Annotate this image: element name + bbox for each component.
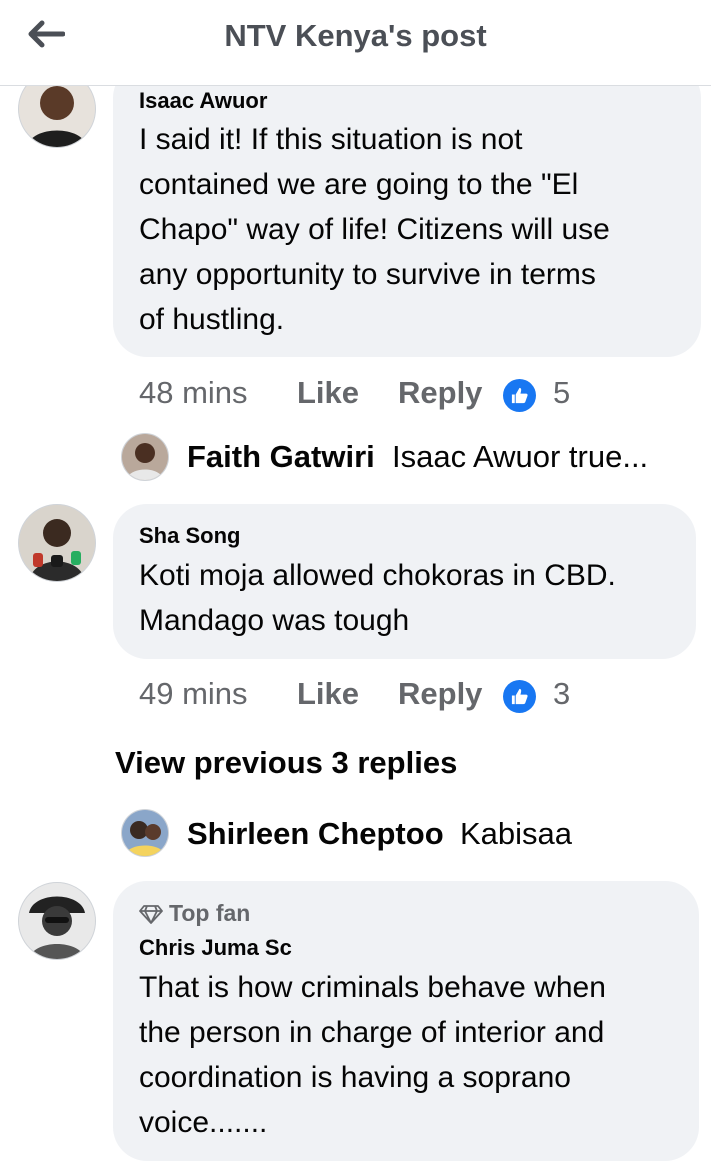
like-reaction-icon <box>503 379 536 412</box>
comment-text-line: the person in charge of interior and <box>139 1016 605 1049</box>
avatar[interactable] <box>18 882 96 960</box>
comment-text-line: Mandago was tough <box>139 604 410 637</box>
avatar[interactable] <box>121 809 169 857</box>
comment-timestamp: 48 mins <box>139 375 248 410</box>
comment-text-line: of hustling. <box>139 303 285 336</box>
reply-author[interactable]: Shirleen Cheptoo <box>187 816 444 852</box>
reply-button[interactable]: Reply <box>398 375 482 411</box>
page-title: NTV Kenya's post <box>224 18 487 53</box>
comment-text-line: any opportunity to survive in terms <box>139 258 596 291</box>
avatar[interactable] <box>18 504 96 582</box>
top-bar: NTV Kenya's post <box>0 0 711 86</box>
person-avatar-icon <box>19 505 95 581</box>
reaction-count[interactable]: 5 <box>553 375 570 411</box>
top-fan-label: Top fan <box>169 900 251 926</box>
comment-text-line: voice....... <box>139 1106 268 1139</box>
comment-text-line: coordination is having a soprano <box>139 1061 571 1094</box>
reply-preview-text[interactable]: Kabisaa <box>460 816 572 852</box>
comment-timestamp: 49 mins <box>139 676 248 711</box>
like-reaction-icon <box>503 680 536 713</box>
reply-button[interactable]: Reply <box>398 676 482 712</box>
avatar[interactable] <box>121 433 169 481</box>
person-avatar-icon <box>122 434 168 480</box>
reply-author[interactable]: Faith Gatwiri <box>187 439 375 475</box>
like-button[interactable]: Like <box>297 676 359 712</box>
comment-text-line: I said it! If this situation is not <box>139 123 523 156</box>
like-button[interactable]: Like <box>297 375 359 411</box>
person-avatar-icon <box>122 810 168 856</box>
diamond-icon <box>139 904 163 924</box>
comment-text-line: contained we are going to the "El <box>139 168 579 201</box>
reply-preview-text[interactable]: Isaac Awuor true... <box>392 439 648 475</box>
comment-author[interactable]: Isaac Awuor <box>139 88 267 114</box>
comment-text-line: Koti moja allowed chokoras in CBD. <box>139 559 616 592</box>
person-avatar-icon <box>19 883 95 959</box>
comment-text-line: Chapo" way of life! Citizens will use <box>139 213 610 246</box>
comment-author[interactable]: Chris Juma Sc <box>139 935 292 961</box>
comment-text-line: That is how criminals behave when <box>139 971 606 1004</box>
top-fan-badge: Top fan <box>139 900 250 927</box>
view-previous-replies-link[interactable]: View previous 3 replies <box>115 745 457 781</box>
comment-author[interactable]: Sha Song <box>139 523 240 549</box>
reaction-count[interactable]: 3 <box>553 676 570 712</box>
